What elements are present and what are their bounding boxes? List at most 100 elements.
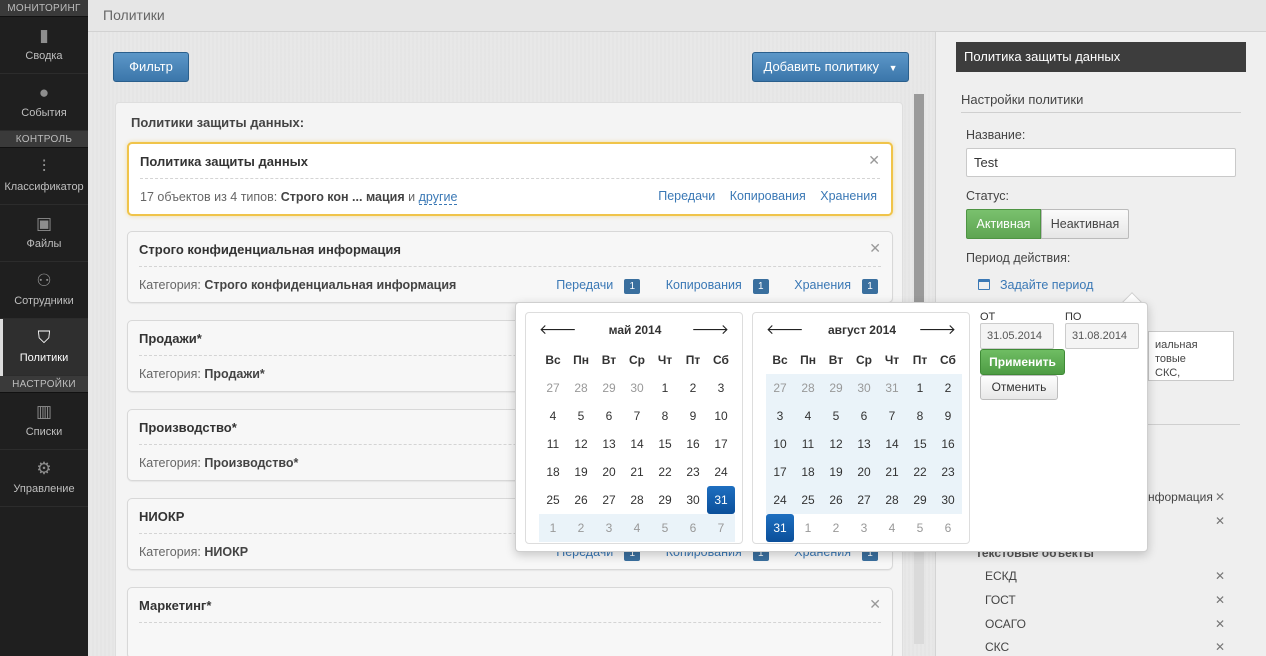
calendar-day[interactable]: 6: [850, 402, 878, 430]
calendar-day[interactable]: 1: [794, 514, 822, 542]
calendar-day[interactable]: 30: [850, 374, 878, 402]
add-policy-button[interactable]: Добавить политику ▼: [752, 52, 909, 82]
sidebar-item-files[interactable]: ▣ Файлы: [0, 205, 88, 262]
next-month-icon[interactable]: 🡒: [918, 321, 956, 338]
calendar-day[interactable]: 28: [794, 374, 822, 402]
calendar-day[interactable]: 3: [707, 374, 735, 402]
calendar-day[interactable]: 6: [934, 514, 962, 542]
calendar-day[interactable]: 29: [822, 374, 850, 402]
calendar-day[interactable]: 14: [878, 430, 906, 458]
calendar-day[interactable]: 25: [794, 486, 822, 514]
calendar-day[interactable]: 27: [850, 486, 878, 514]
sidebar-item-classifier[interactable]: ⫶ Классификатор: [0, 148, 88, 205]
calendar-day[interactable]: 5: [651, 514, 679, 542]
calendar-day[interactable]: 4: [623, 514, 651, 542]
calendar-day[interactable]: 7: [878, 402, 906, 430]
calendar-day[interactable]: 7: [623, 402, 651, 430]
name-field[interactable]: Test: [966, 148, 1236, 177]
calendar-day[interactable]: 26: [567, 486, 595, 514]
cancel-button[interactable]: Отменить: [980, 375, 1058, 400]
calendar-day[interactable]: 4: [878, 514, 906, 542]
transfers-link[interactable]: Передачи 1: [545, 278, 641, 294]
calendar-day[interactable]: 11: [539, 430, 567, 458]
calendar-day[interactable]: 3: [850, 514, 878, 542]
calendar-day[interactable]: 13: [595, 430, 623, 458]
calendar-day[interactable]: 8: [906, 402, 934, 430]
calendar-day[interactable]: 3: [766, 402, 794, 430]
sidebar-item-management[interactable]: ⚙ Управление: [0, 450, 88, 507]
storage-link[interactable]: Хранения: [820, 189, 877, 203]
policy-card[interactable]: Маркетинг* ✕: [127, 587, 893, 656]
calendar-day[interactable]: 22: [906, 458, 934, 486]
calendar-day[interactable]: 27: [539, 374, 567, 402]
calendar-day[interactable]: 2: [567, 514, 595, 542]
sidebar-item-summary[interactable]: ▮ Сводка: [0, 17, 88, 74]
calendar-day[interactable]: 31: [878, 374, 906, 402]
calendar-day[interactable]: 29: [595, 374, 623, 402]
next-month-icon[interactable]: 🡒: [691, 321, 729, 338]
calendar-day[interactable]: 13: [850, 430, 878, 458]
sidebar-item-lists[interactable]: ▥ Списки: [0, 393, 88, 450]
remove-icon[interactable]: ✕: [1215, 640, 1225, 654]
set-period-link[interactable]: Задайте период: [1000, 278, 1093, 292]
calendar-day[interactable]: 3: [595, 514, 623, 542]
description-textarea[interactable]: иальная товые СКС,: [1148, 331, 1234, 381]
calendar-day[interactable]: 29: [906, 486, 934, 514]
calendar-day[interactable]: 17: [766, 458, 794, 486]
calendar-day[interactable]: 1: [906, 374, 934, 402]
filter-button[interactable]: Фильтр: [113, 52, 189, 82]
calendar-day[interactable]: 11: [794, 430, 822, 458]
calendar-day[interactable]: 30: [623, 374, 651, 402]
calendar-day[interactable]: 25: [539, 486, 567, 514]
calendar-day[interactable]: 18: [794, 458, 822, 486]
calendar-day[interactable]: 10: [766, 430, 794, 458]
calendar-day[interactable]: 31: [766, 514, 794, 542]
storage-link[interactable]: Хранения 1: [783, 278, 878, 294]
calendar-day[interactable]: 24: [707, 458, 735, 486]
close-icon[interactable]: ✕: [868, 152, 880, 169]
copies-link[interactable]: Копирования 1: [655, 278, 769, 294]
status-inactive-toggle[interactable]: Неактивная: [1041, 209, 1129, 239]
calendar-day[interactable]: 31: [707, 486, 735, 514]
calendar-day[interactable]: 28: [878, 486, 906, 514]
calendar-day[interactable]: 28: [623, 486, 651, 514]
calendar-day[interactable]: 21: [623, 458, 651, 486]
calendar-day[interactable]: 17: [707, 430, 735, 458]
transfers-link[interactable]: Передачи: [658, 189, 715, 203]
sidebar-item-policies[interactable]: ⛉ Политики: [0, 319, 88, 376]
calendar-day[interactable]: 4: [539, 402, 567, 430]
calendar-day[interactable]: 19: [567, 458, 595, 486]
calendar-day[interactable]: 1: [539, 514, 567, 542]
calendar-day[interactable]: 2: [679, 374, 707, 402]
remove-icon[interactable]: ✕: [1215, 490, 1225, 504]
to-date-input[interactable]: 31.08.2014: [1065, 323, 1139, 349]
calendar-day[interactable]: 12: [567, 430, 595, 458]
calendar-day[interactable]: 2: [934, 374, 962, 402]
calendar-day[interactable]: 23: [934, 458, 962, 486]
remove-icon[interactable]: ✕: [1215, 569, 1225, 583]
calendar-day[interactable]: 14: [623, 430, 651, 458]
calendar-day[interactable]: 21: [878, 458, 906, 486]
sidebar-item-events[interactable]: ● События: [0, 74, 88, 131]
calendar-day[interactable]: 28: [567, 374, 595, 402]
calendar-day[interactable]: 1: [651, 374, 679, 402]
calendar-day[interactable]: 5: [567, 402, 595, 430]
from-date-input[interactable]: 31.05.2014: [980, 323, 1054, 349]
calendar-day[interactable]: 29: [651, 486, 679, 514]
calendar-day[interactable]: 27: [766, 374, 794, 402]
remove-icon[interactable]: ✕: [1215, 514, 1225, 528]
status-active-toggle[interactable]: Активная: [966, 209, 1041, 239]
calendar-day[interactable]: 5: [906, 514, 934, 542]
calendar-day[interactable]: 30: [934, 486, 962, 514]
calendar-day[interactable]: 18: [539, 458, 567, 486]
copies-link[interactable]: Копирования: [730, 189, 806, 203]
calendar-day[interactable]: 2: [822, 514, 850, 542]
calendar-day[interactable]: 20: [595, 458, 623, 486]
calendar-day[interactable]: 19: [822, 458, 850, 486]
calendar-day[interactable]: 24: [766, 486, 794, 514]
calendar-day[interactable]: 4: [794, 402, 822, 430]
calendar-day[interactable]: 9: [679, 402, 707, 430]
calendar-day[interactable]: 22: [651, 458, 679, 486]
calendar-day[interactable]: 16: [679, 430, 707, 458]
calendar-day[interactable]: 6: [679, 514, 707, 542]
